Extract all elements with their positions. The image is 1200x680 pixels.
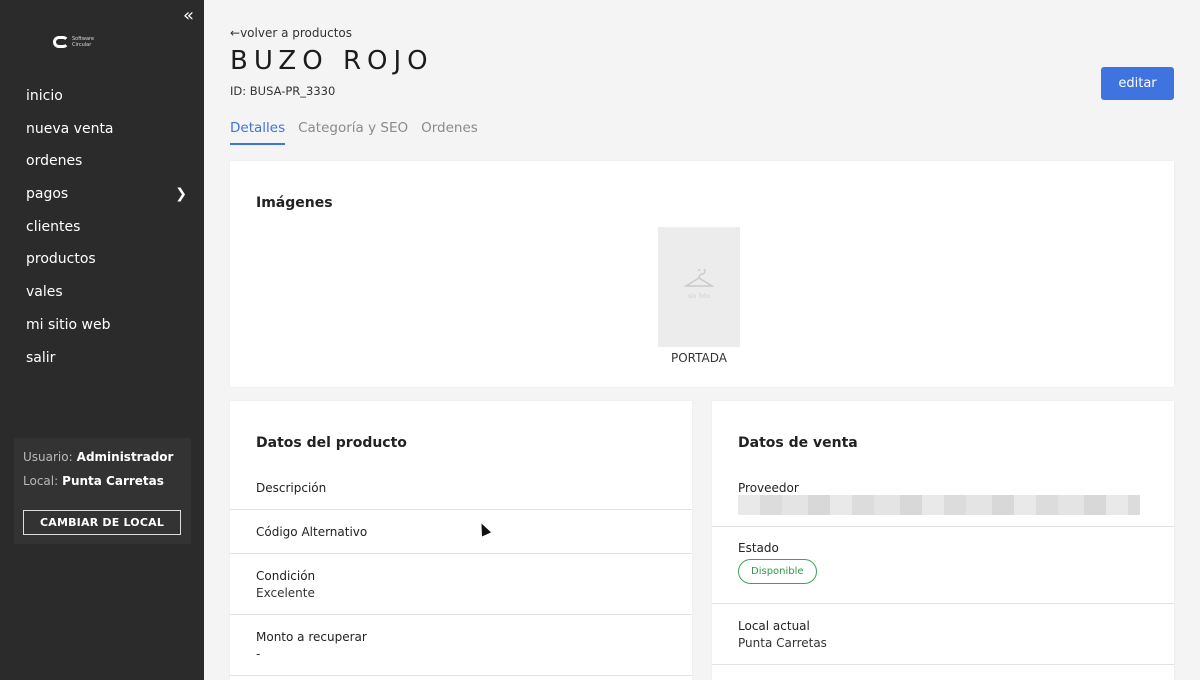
sidebar-item-ordenes[interactable]: ordenes xyxy=(0,145,204,178)
page-title: BUZO ROJO xyxy=(230,46,434,76)
local-label: Local: xyxy=(23,474,59,488)
field-label: Proveedor xyxy=(738,481,799,495)
back-link-label: volver a productos xyxy=(240,26,352,40)
sidebar-item-nueva-venta[interactable]: nueva venta xyxy=(0,113,204,146)
field-label: Condición xyxy=(256,569,316,583)
field-label: Monto a recuperar xyxy=(256,630,367,644)
local-row: Local: Punta Carretas xyxy=(23,474,164,488)
local-value: Punta Carretas xyxy=(62,474,164,488)
logo-mark-icon xyxy=(53,36,69,48)
sidebar-nav: inicio nueva venta ordenes pagos ❯ clien… xyxy=(0,80,204,374)
tab-categoria-seo[interactable]: Categoría y SEO xyxy=(298,120,408,145)
tab-detalles[interactable]: Detalles xyxy=(230,120,286,145)
cover-image-placeholder[interactable]: sin foto xyxy=(658,227,740,347)
change-local-button[interactable]: CAMBIAR DE LOCAL xyxy=(23,510,181,535)
status-badge: Disponible xyxy=(738,559,817,584)
field-estado: Estado Disponible xyxy=(712,527,1174,604)
logo-text: Software Circular xyxy=(72,36,95,48)
chevron-right-icon: ❯ xyxy=(175,186,187,203)
field-label: Código Alternativo xyxy=(256,525,368,539)
field-label: Local actual xyxy=(738,619,810,633)
tab-ordenes[interactable]: Ordenes xyxy=(421,120,478,145)
collapse-sidebar-icon[interactable]: « xyxy=(183,6,201,26)
product-data-title: Datos del producto xyxy=(256,435,407,451)
sidebar-item-clientes[interactable]: clientes xyxy=(0,211,204,244)
user-info-panel: Usuario: Administrador Local: Punta Carret… xyxy=(14,438,191,544)
field-monto-a-recuperar: Monto a recuperar - xyxy=(230,615,692,676)
user-row: Usuario: Administrador xyxy=(23,450,173,464)
sale-data-title: Datos de venta xyxy=(738,435,858,451)
images-title: Imágenes xyxy=(256,195,333,211)
proveedor-redacted-value xyxy=(738,495,1140,515)
sidebar-item-vales[interactable]: vales xyxy=(0,276,204,309)
field-label: Estado xyxy=(738,541,779,555)
edit-button[interactable]: editar xyxy=(1101,67,1174,100)
arrow-left-icon: ← xyxy=(230,26,241,40)
sale-data-card: Datos de venta Proveedor Estado Disponib… xyxy=(712,401,1174,680)
field-label: Descripción xyxy=(256,481,327,495)
cover-caption: PORTADA xyxy=(671,351,727,365)
sidebar-item-mi-sitio-web[interactable]: mi sitio web xyxy=(0,309,204,342)
logo: Software Circular xyxy=(53,36,102,48)
field-value: - xyxy=(256,647,261,661)
user-label: Usuario: xyxy=(23,450,73,464)
sidebar-item-label: pagos xyxy=(26,186,69,203)
field-value: Punta Carretas xyxy=(738,636,827,650)
hanger-icon xyxy=(684,269,714,287)
field-codigo-alternativo: Código Alternativo xyxy=(230,510,692,554)
user-value: Administrador xyxy=(76,450,174,464)
images-card: Imágenes sin foto PORTADA xyxy=(230,161,1174,387)
field-value: Excelente xyxy=(256,586,315,600)
back-to-products-link[interactable]: ←volver a productos xyxy=(230,26,352,40)
no-image-text: sin foto xyxy=(687,293,711,300)
tab-bar: Detalles Categoría y SEO Ordenes xyxy=(230,120,478,145)
field-condicion: Condición Excelente xyxy=(230,554,692,615)
sidebar-item-productos[interactable]: productos xyxy=(0,243,204,276)
sidebar-item-pagos[interactable]: pagos ❯ xyxy=(0,178,204,211)
field-descripcion: Descripción xyxy=(230,469,692,510)
field-proveedor: Proveedor xyxy=(712,469,1174,527)
sidebar: « Software Circular inicio nueva venta o… xyxy=(0,0,204,680)
product-data-card: Datos del producto Descripción Código Al… xyxy=(230,401,692,680)
sidebar-item-salir[interactable]: salir xyxy=(0,342,204,375)
product-id: ID: BUSA-PR_3330 xyxy=(230,84,336,98)
field-local-actual: Local actual Punta Carretas xyxy=(712,604,1174,665)
sidebar-item-inicio[interactable]: inicio xyxy=(0,80,204,113)
